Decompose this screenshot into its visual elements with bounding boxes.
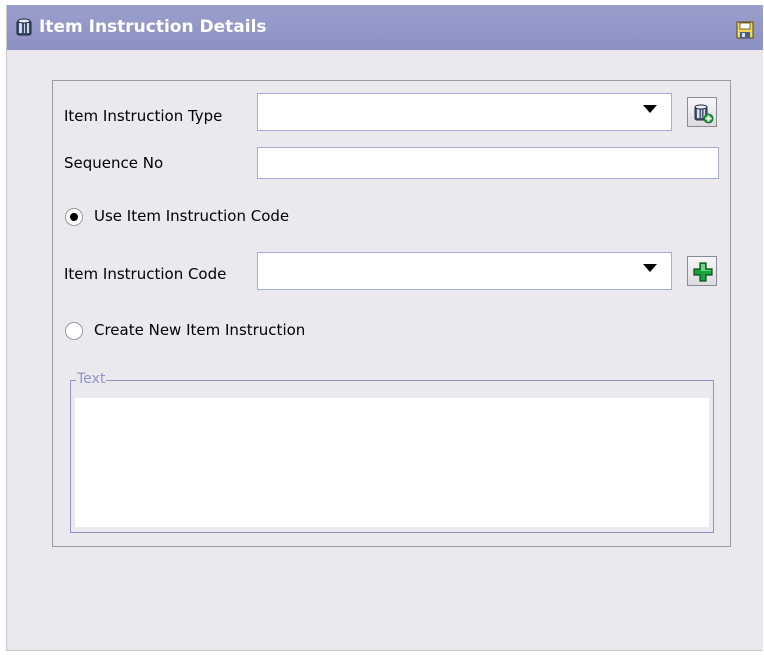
create-new-item-instruction-label: Create New Item Instruction: [94, 321, 306, 339]
page-title: Item Instruction Details: [39, 17, 267, 37]
item-instruction-details-window: Item Instruction Details Item Instructio…: [6, 5, 763, 651]
add-item-instruction-code-button[interactable]: [687, 256, 717, 286]
instruction-form-panel: Item Instruction Type Sequence No Use It…: [52, 80, 731, 547]
use-item-instruction-code-radio[interactable]: [65, 208, 83, 226]
save-icon[interactable]: [736, 21, 754, 39]
item-instruction-type-select[interactable]: [257, 93, 672, 131]
item-instruction-type-label: Item Instruction Type: [64, 107, 223, 125]
text-area[interactable]: [75, 398, 709, 527]
item-instruction-code-select[interactable]: [257, 252, 672, 290]
sequence-no-label: Sequence No: [64, 154, 164, 172]
use-item-instruction-code-label: Use Item Instruction Code: [94, 207, 290, 225]
text-fieldset: Text: [70, 371, 714, 533]
create-new-item-instruction-radio[interactable]: [65, 322, 83, 340]
text-legend: Text: [76, 371, 107, 387]
sequence-no-field[interactable]: [257, 147, 719, 179]
chevron-down-icon: [643, 264, 657, 272]
title-bar: Item Instruction Details: [7, 5, 763, 50]
chevron-down-icon: [643, 105, 657, 113]
item-instruction-icon: [14, 17, 34, 37]
item-instruction-code-label: Item Instruction Code: [64, 265, 227, 283]
item-instruction-type-lookup-button[interactable]: [687, 97, 717, 127]
